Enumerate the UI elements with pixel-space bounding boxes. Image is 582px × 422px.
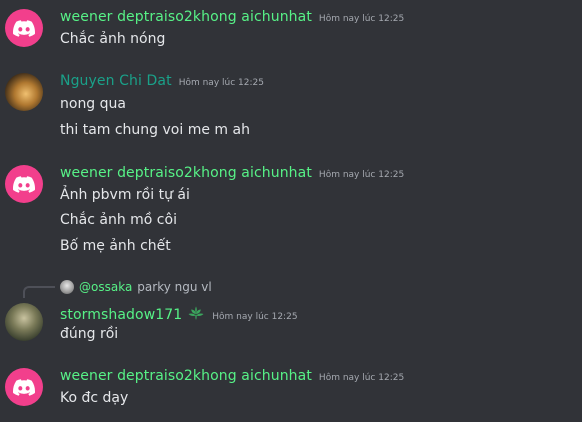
username[interactable]: Nguyen Chi Dat — [60, 73, 172, 89]
reply-username[interactable]: @ossaka — [79, 280, 132, 294]
username[interactable]: weener deptraiso2khong aichunhat — [60, 9, 312, 25]
timestamp[interactable]: Hôm nay lúc 12:25 — [319, 14, 404, 24]
reply-preview[interactable]: @ossaka parky ngu vl — [60, 280, 212, 294]
message-text: Chắc ảnh nóng — [60, 31, 166, 47]
discord-logo-icon[interactable] — [5, 368, 43, 406]
avatar[interactable] — [5, 73, 43, 111]
message-header: weener deptraiso2khong aichunhat Hôm nay… — [60, 368, 404, 384]
message-header: Nguyen Chi Dat Hôm nay lúc 12:25 — [60, 73, 264, 89]
discord-logo-icon[interactable] — [5, 165, 43, 203]
message-text: Chắc ảnh mồ côi — [60, 212, 177, 228]
chat-message-list: weener deptraiso2khong aichunhat Hôm nay… — [0, 0, 582, 422]
leaf-badge-icon[interactable] — [187, 305, 205, 321]
username[interactable]: stormshadow171 — [60, 307, 182, 323]
reply-text[interactable]: parky ngu vl — [137, 280, 211, 294]
reply-avatar — [60, 280, 74, 294]
reply-connector — [23, 286, 55, 298]
timestamp[interactable]: Hôm nay lúc 12:25 — [212, 312, 297, 322]
timestamp[interactable]: Hôm nay lúc 12:25 — [319, 373, 404, 383]
message-header: weener deptraiso2khong aichunhat Hôm nay… — [60, 9, 404, 25]
message-text: đúng rồi — [60, 326, 119, 342]
timestamp[interactable]: Hôm nay lúc 12:25 — [319, 170, 404, 180]
message-text: nong qua — [60, 96, 126, 112]
message-text: Ko đc dạy — [60, 390, 129, 406]
message-text: Ảnh pbvm rồi tự ái — [60, 187, 190, 203]
message-text: Bố mẹ ảnh chết — [60, 238, 171, 254]
username[interactable]: weener deptraiso2khong aichunhat — [60, 165, 312, 181]
discord-logo-icon[interactable] — [5, 9, 43, 47]
message-header: stormshadow171 Hôm nay lúc 12:25 — [60, 303, 298, 323]
avatar[interactable] — [5, 303, 43, 341]
timestamp[interactable]: Hôm nay lúc 12:25 — [179, 78, 264, 88]
username[interactable]: weener deptraiso2khong aichunhat — [60, 368, 312, 384]
message-text: thi tam chung voi me m ah — [60, 122, 250, 138]
message-header: weener deptraiso2khong aichunhat Hôm nay… — [60, 165, 404, 181]
